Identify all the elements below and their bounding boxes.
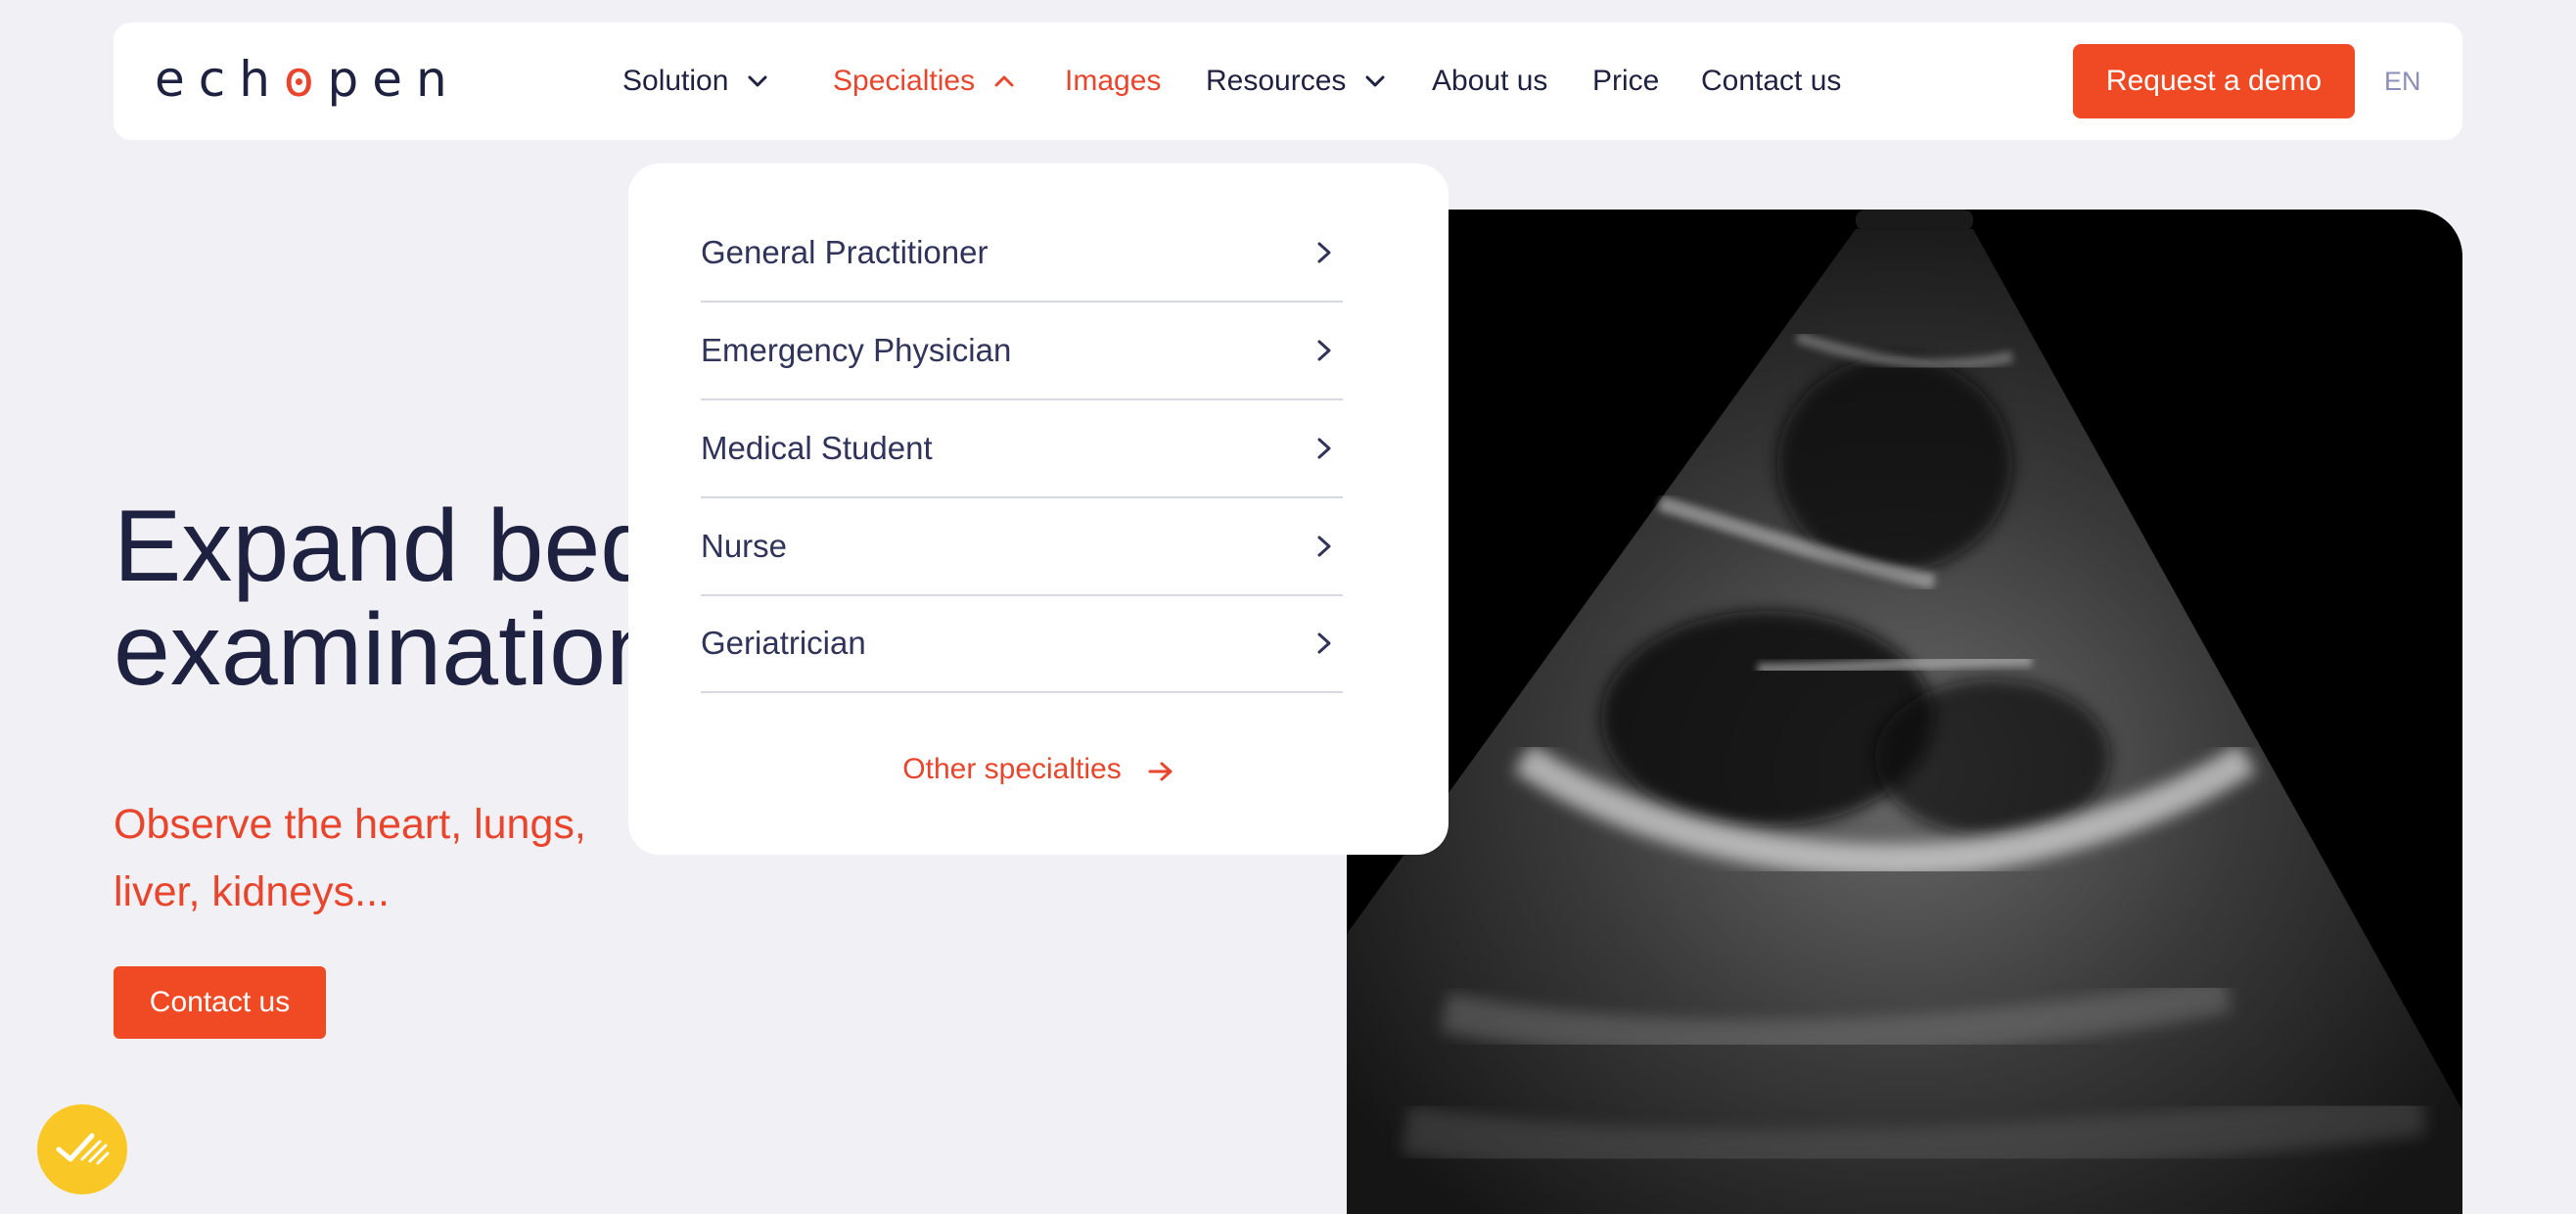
nav-solution[interactable]: Solution <box>622 23 769 140</box>
dropdown-item-geriatrician[interactable]: Geriatrician <box>701 595 1343 693</box>
hero-subtitle-line: Observe the heart, lungs, <box>114 801 586 848</box>
request-demo-button[interactable]: Request a demo <box>2073 44 2355 118</box>
nav-label: Specialties <box>833 65 976 97</box>
dropdown-item-label: General Practitioner <box>701 234 989 270</box>
chevron-right-icon <box>1313 435 1335 462</box>
hero-title-line: Expand beds <box>114 490 709 603</box>
nav-label: Solution <box>622 65 729 97</box>
nav-contact-us[interactable]: Contact us <box>1701 23 1841 140</box>
nav-images[interactable]: Images <box>1065 23 1161 140</box>
dropdown-item-general-practitioner[interactable]: General Practitioner <box>701 205 1343 303</box>
chevron-right-icon <box>1313 533 1335 560</box>
nav-label: Price <box>1592 65 1660 97</box>
other-specialties-link[interactable]: Other specialties <box>628 745 1449 794</box>
nav-label: About us <box>1432 65 1548 97</box>
cookie-consent-button[interactable] <box>37 1104 127 1194</box>
chevron-right-icon <box>1313 239 1335 266</box>
nav-specialties[interactable]: Specialties <box>833 23 1016 140</box>
site-header: ech o pen Solution Specialties Images Reso… <box>114 23 2462 140</box>
nav-resources[interactable]: Resources <box>1206 23 1387 140</box>
contact-us-button[interactable]: Contact us <box>114 966 326 1039</box>
nav-label: Images <box>1065 65 1162 97</box>
chevron-down-icon <box>746 70 769 93</box>
chevron-down-icon <box>1363 70 1387 93</box>
arrow-right-icon <box>1147 758 1174 781</box>
ultrasound-image <box>1347 210 2462 1214</box>
dropdown-item-label: Nurse <box>701 528 788 564</box>
dropdown-item-label: Medical Student <box>701 430 933 466</box>
chevron-right-icon <box>1313 630 1335 657</box>
nav-price[interactable]: Price <box>1592 23 1659 140</box>
hero-title: Expand beds examination <box>114 494 708 702</box>
nav-label: Resources <box>1206 65 1347 97</box>
dropdown-item-nurse[interactable]: Nurse <box>701 498 1343 596</box>
echopen-logo[interactable]: ech o pen <box>155 50 461 109</box>
dropdown-item-label: Geriatrician <box>701 625 866 661</box>
specialties-dropdown: General Practitioner Emergency Physician… <box>628 163 1449 855</box>
dropdown-item-medical-student[interactable]: Medical Student <box>701 400 1343 498</box>
cookie-consent-check-icon <box>53 1126 112 1174</box>
nav-label: Contact us <box>1701 65 1842 97</box>
dropdown-item-emergency-physician[interactable]: Emergency Physician <box>701 303 1343 400</box>
chevron-up-icon <box>992 70 1016 93</box>
hero-title-line: examination <box>114 593 663 707</box>
nav-about-us[interactable]: About us <box>1432 23 1547 140</box>
hero-subtitle-line: liver, kidneys... <box>114 868 390 915</box>
other-specialties-label: Other specialties <box>902 753 1122 785</box>
hero-subtitle: Observe the heart, lungs, liver, kidneys… <box>114 791 586 926</box>
dropdown-item-label: Emergency Physician <box>701 332 1012 368</box>
chevron-right-icon <box>1313 337 1335 364</box>
language-selector[interactable]: EN <box>2384 23 2421 140</box>
